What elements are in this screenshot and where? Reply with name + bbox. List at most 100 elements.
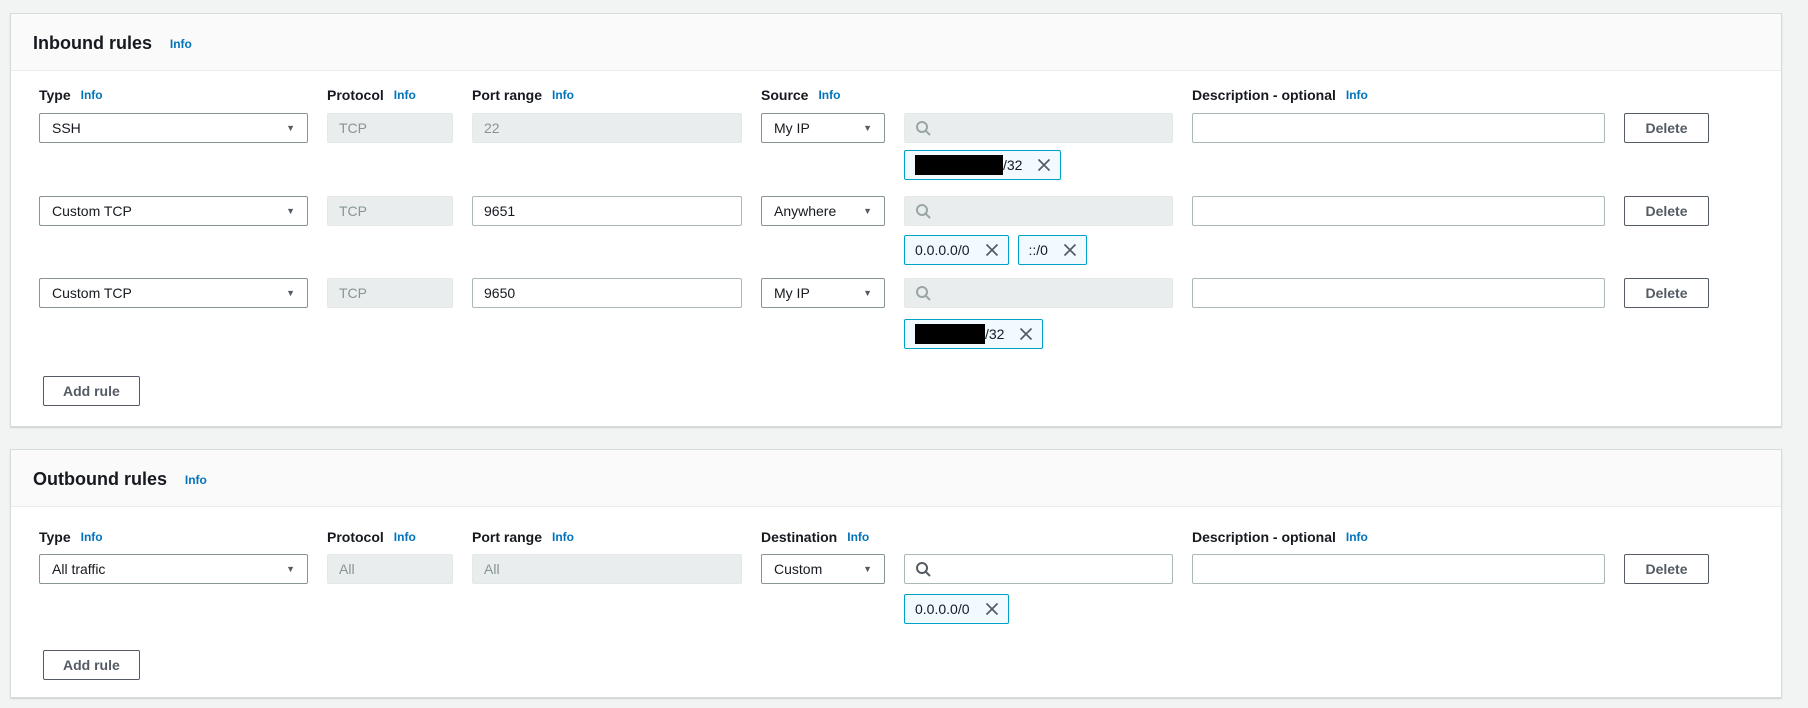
outbound-rules-card: Outbound rules Info TypeInfo ProtocolInf… [10, 449, 1782, 698]
type-info-link[interactable]: Info [81, 530, 103, 544]
caret-down-icon: ▼ [286, 289, 295, 298]
protocol-field [327, 113, 453, 143]
type-info-link[interactable]: Info [81, 88, 103, 102]
description-info-link[interactable]: Info [1346, 530, 1368, 544]
column-header-port-range: Port rangeInfo [472, 529, 742, 545]
column-header-type: TypeInfo [39, 529, 308, 545]
type-select-value: All traffic [52, 561, 105, 577]
dismiss-icon[interactable] [985, 243, 999, 257]
caret-down-icon: ▼ [286, 565, 295, 574]
inbound-rules-body: TypeInfo ProtocolInfo Port rangeInfo Sou… [11, 71, 1781, 426]
cidr-token-label: ::/0 [1029, 242, 1048, 258]
column-header-port-range: Port rangeInfo [472, 87, 742, 103]
port-range-info-link[interactable]: Info [552, 88, 574, 102]
inbound-column-header-row: TypeInfo ProtocolInfo Port rangeInfo Sou… [39, 87, 1731, 103]
type-select[interactable]: All traffic ▼ [39, 554, 308, 584]
type-select-value: SSH [52, 120, 81, 136]
description-info-link[interactable]: Info [1346, 88, 1368, 102]
description-input[interactable] [1192, 554, 1605, 584]
cidr-token-label: 0.0.0.0/0 [915, 242, 970, 258]
cidr-search-input [904, 113, 1173, 143]
cidr-token-label: 0.0.0.0/0 [915, 601, 970, 617]
token-row: /32 [39, 150, 1731, 180]
rule-row: All traffic ▼ Custom ▼ Delete [39, 554, 1731, 584]
source-select[interactable]: Anywhere ▼ [761, 196, 885, 226]
caret-down-icon: ▼ [863, 565, 872, 574]
delete-button[interactable]: Delete [1624, 196, 1709, 226]
redacted-ip-block [915, 155, 1003, 175]
dismiss-icon[interactable] [1037, 158, 1051, 172]
rule-row: SSH ▼ My IP ▼ Delete [39, 113, 1731, 143]
port-range-info-link[interactable]: Info [552, 530, 574, 544]
caret-down-icon: ▼ [863, 207, 872, 216]
inbound-rules-title: Inbound rules [33, 33, 152, 54]
cidr-token: 0.0.0.0/0 [904, 235, 1009, 265]
port-range-input[interactable] [472, 278, 742, 308]
protocol-info-link[interactable]: Info [394, 530, 416, 544]
source-select-value: Anywhere [774, 203, 836, 219]
protocol-field [327, 554, 453, 584]
add-rule-button[interactable]: Add rule [43, 650, 140, 680]
source-info-link[interactable]: Info [818, 88, 840, 102]
port-range-input [472, 113, 742, 143]
column-header-description: Description - optionalInfo [1192, 87, 1605, 103]
outbound-rules-title: Outbound rules [33, 469, 167, 490]
rule-row: Custom TCP ▼ My IP ▼ Delete [39, 278, 1731, 308]
column-header-protocol: ProtocolInfo [327, 87, 453, 103]
column-header-protocol: ProtocolInfo [327, 529, 453, 545]
token-row: 0.0.0.0/0 [39, 594, 1731, 624]
cidr-search-input[interactable] [904, 554, 1173, 584]
cidr-search-input [904, 278, 1173, 308]
destination-select[interactable]: Custom ▼ [761, 554, 885, 584]
column-header-destination: DestinationInfo [761, 529, 885, 545]
search-icon [915, 203, 931, 219]
description-input[interactable] [1192, 196, 1605, 226]
protocol-info-link[interactable]: Info [394, 88, 416, 102]
description-input[interactable] [1192, 278, 1605, 308]
type-select[interactable]: SSH ▼ [39, 113, 308, 143]
search-icon [915, 120, 931, 136]
type-select[interactable]: Custom TCP ▼ [39, 278, 308, 308]
token-row: /32 [39, 319, 1731, 349]
dismiss-icon[interactable] [985, 602, 999, 616]
source-select[interactable]: My IP ▼ [761, 113, 885, 143]
cidr-token: /32 [904, 319, 1043, 349]
caret-down-icon: ▼ [286, 124, 295, 133]
port-range-input[interactable] [472, 196, 742, 226]
outbound-info-link[interactable]: Info [185, 473, 207, 487]
column-header-source: SourceInfo [761, 87, 885, 103]
search-icon [915, 561, 931, 577]
outbound-rules-body: TypeInfo ProtocolInfo Port rangeInfo Des… [11, 507, 1781, 697]
delete-button[interactable]: Delete [1624, 113, 1709, 143]
cidr-token-label: /32 [1003, 157, 1022, 173]
cidr-token: /32 [904, 150, 1061, 180]
cidr-token: 0.0.0.0/0 [904, 594, 1009, 624]
column-header-type: TypeInfo [39, 87, 308, 103]
delete-button[interactable]: Delete [1624, 554, 1709, 584]
caret-down-icon: ▼ [286, 207, 295, 216]
cidr-token-label: /32 [985, 326, 1004, 342]
cidr-token: ::/0 [1018, 235, 1087, 265]
search-icon [915, 285, 931, 301]
protocol-field [327, 278, 453, 308]
protocol-field [327, 196, 453, 226]
type-select[interactable]: Custom TCP ▼ [39, 196, 308, 226]
type-select-value: Custom TCP [52, 203, 132, 219]
dismiss-icon[interactable] [1063, 243, 1077, 257]
destination-select-value: Custom [774, 561, 822, 577]
source-select[interactable]: My IP ▼ [761, 278, 885, 308]
add-rule-button[interactable]: Add rule [43, 376, 140, 406]
source-select-value: My IP [774, 120, 810, 136]
port-range-input [472, 554, 742, 584]
outbound-column-header-row: TypeInfo ProtocolInfo Port rangeInfo Des… [39, 529, 1731, 545]
inbound-rules-header: Inbound rules Info [11, 14, 1781, 71]
caret-down-icon: ▼ [863, 124, 872, 133]
destination-info-link[interactable]: Info [847, 530, 869, 544]
type-select-value: Custom TCP [52, 285, 132, 301]
description-input[interactable] [1192, 113, 1605, 143]
delete-button[interactable]: Delete [1624, 278, 1709, 308]
dismiss-icon[interactable] [1019, 327, 1033, 341]
redacted-ip-block [915, 324, 985, 344]
source-select-value: My IP [774, 285, 810, 301]
inbound-info-link[interactable]: Info [170, 37, 192, 51]
